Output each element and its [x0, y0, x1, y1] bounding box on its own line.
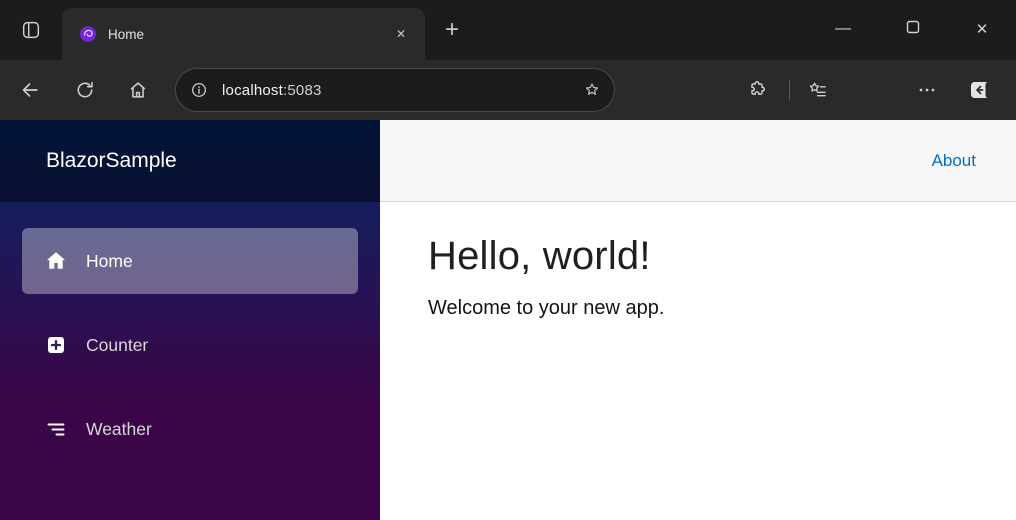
extensions-puzzle-icon [746, 79, 768, 101]
sidebar-item-weather[interactable]: Weather [22, 396, 358, 462]
plus-square-icon [44, 333, 68, 357]
tab-close-icon[interactable]: ✕ [389, 22, 413, 46]
sidebar-toggle-icon [969, 78, 995, 102]
about-link[interactable]: About [932, 151, 976, 171]
tab-title: Home [108, 26, 145, 42]
address-url: localhost:5083 [222, 82, 322, 99]
main-content: Hello, world! Welcome to your new app. [380, 202, 1016, 352]
web-page: BlazorSample Home Counter Weather About … [0, 120, 1016, 520]
favorites-button[interactable] [798, 70, 838, 110]
home-nav-icon [44, 249, 68, 273]
sidebar-toggle-button[interactable] [960, 70, 1004, 110]
favorites-star-lines-icon [807, 79, 829, 101]
sidebar-nav: Home Counter Weather [0, 202, 380, 462]
window-maximize-button[interactable] [890, 8, 936, 50]
house-icon [127, 79, 149, 101]
blazor-favicon-icon [78, 24, 98, 44]
extensions-button[interactable] [737, 70, 777, 110]
welcome-text: Welcome to your new app. [428, 297, 665, 319]
settings-more-button[interactable] [907, 70, 947, 110]
address-host: localhost [222, 81, 284, 99]
favorite-star-icon[interactable] [582, 80, 602, 100]
toolbar-separator [789, 80, 790, 100]
sidebar-item-label: Weather [86, 418, 152, 439]
maximize-icon [906, 20, 920, 38]
back-arrow-icon [19, 79, 41, 101]
address-bar[interactable]: localhost:5083 [175, 68, 615, 112]
app-brand[interactable]: BlazorSample [46, 149, 177, 173]
home-button[interactable] [118, 70, 158, 110]
list-nested-icon [44, 417, 68, 441]
sidebar-item-label: Counter [86, 334, 149, 355]
browser-titlebar: Home ✕ + — ✕ [0, 0, 1016, 60]
window-close-button[interactable]: ✕ [959, 8, 1005, 50]
site-info-icon[interactable] [189, 80, 209, 100]
window-minimize-button[interactable]: — [820, 8, 866, 50]
browser-toolbar: localhost:5083 [0, 60, 1016, 120]
address-port: :5083 [283, 81, 322, 99]
tab-actions-icon [20, 19, 42, 41]
main-area: About Hello, world! Welcome to your new … [380, 120, 1016, 520]
app-sidebar: BlazorSample Home Counter Weather [0, 120, 380, 520]
page-title: Hello, world! [428, 234, 651, 278]
sidebar-item-label: Home [86, 250, 133, 271]
brand-row: BlazorSample [0, 120, 380, 202]
tab-actions-button[interactable] [12, 12, 50, 48]
sidebar-item-home[interactable]: Home [22, 228, 358, 294]
browser-window: Home ✕ + — ✕ localhost:5083 BlazorSample… [0, 0, 1016, 520]
main-top-row: About [380, 120, 1016, 202]
ellipsis-icon [916, 79, 938, 101]
refresh-icon [74, 79, 96, 101]
sidebar-item-counter[interactable]: Counter [22, 312, 358, 378]
browser-tab[interactable]: Home ✕ [62, 8, 425, 60]
refresh-button[interactable] [65, 70, 105, 110]
back-button[interactable] [10, 70, 50, 110]
new-tab-button[interactable]: + [436, 14, 468, 46]
